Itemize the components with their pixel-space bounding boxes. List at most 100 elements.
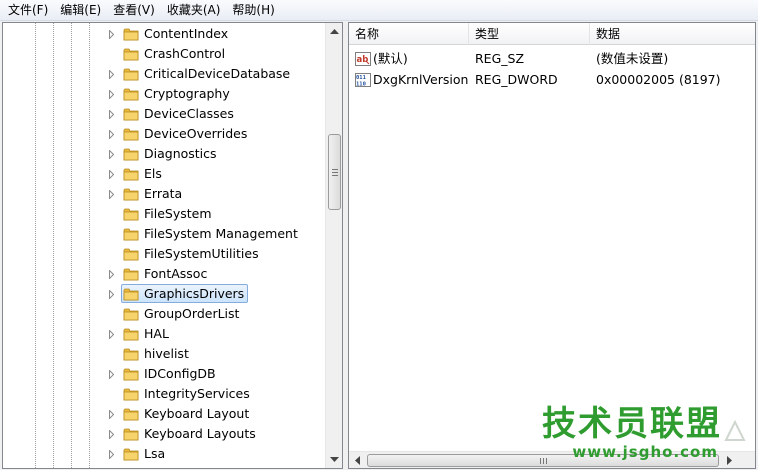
value-name: DxgKrnlVersion <box>373 72 469 87</box>
tree-node[interactable]: ContentIndex <box>3 24 325 44</box>
expand-arrow-icon[interactable] <box>107 369 116 379</box>
values-header: 名称 类型 数据 <box>349 23 755 45</box>
expand-arrow-icon[interactable] <box>107 89 116 99</box>
tree-node-label[interactable]: FileSystem <box>141 204 215 224</box>
scroll-left-arrow-icon[interactable] <box>349 452 366 468</box>
folder-icon <box>123 286 139 302</box>
tree-node[interactable]: HAL <box>3 324 325 344</box>
grip-icon <box>331 168 338 176</box>
tree-node-label[interactable]: CrashControl <box>141 44 228 64</box>
tree-node-label[interactable]: GroupOrderList <box>141 304 242 324</box>
expand-arrow-icon[interactable] <box>107 429 116 439</box>
tree-node[interactable]: IntegrityServices <box>3 384 325 404</box>
tree-node-label[interactable]: Els <box>141 164 165 184</box>
tree-node[interactable]: Diagnostics <box>3 144 325 164</box>
tree-node[interactable]: CrashControl <box>3 44 325 64</box>
column-header-type[interactable]: 类型 <box>469 23 590 45</box>
tree-node[interactable]: IDConfigDB <box>3 364 325 384</box>
string-value-icon: ab <box>355 51 371 66</box>
expand-arrow-icon[interactable] <box>107 69 116 79</box>
registry-tree: ContentIndex CrashControl CriticalDeviceDa… <box>3 24 325 464</box>
expand-arrow-icon[interactable] <box>107 169 116 179</box>
tree-node-label[interactable]: IntegrityServices <box>141 384 253 404</box>
tree-node-label[interactable]: CriticalDeviceDatabase <box>141 64 293 84</box>
tree-node[interactable]: CriticalDeviceDatabase <box>3 64 325 84</box>
menu-help[interactable]: 帮助(H) <box>226 0 280 21</box>
tree-node-label[interactable]: FileSystemUtilities <box>141 244 262 264</box>
tree-node-label[interactable]: hivelist <box>141 344 192 364</box>
menu-file[interactable]: 文件(F) <box>2 0 54 21</box>
folder-icon <box>123 26 139 42</box>
menu-view[interactable]: 查看(V) <box>107 0 161 21</box>
expand-arrow-icon[interactable] <box>107 269 116 279</box>
folder-icon <box>123 346 139 362</box>
svg-text:110: 110 <box>356 81 366 87</box>
tree-node-label[interactable]: FileSystem Management <box>141 224 301 244</box>
value-type: REG_SZ <box>475 51 525 66</box>
tree-vertical-scrollbar[interactable] <box>325 23 342 468</box>
folder-icon <box>123 366 139 382</box>
tree-node-label[interactable]: FontAssoc <box>141 264 210 284</box>
tree-node-label[interactable]: Diagnostics <box>141 144 220 164</box>
folder-icon <box>123 226 139 242</box>
folder-icon <box>123 266 139 282</box>
tree-node[interactable]: DeviceClasses <box>3 104 325 124</box>
tree-node-label[interactable]: GraphicsDrivers <box>121 284 249 303</box>
tree-node[interactable]: Keyboard Layout <box>3 404 325 424</box>
tree-node[interactable]: Els <box>3 164 325 184</box>
values-scroll-thumb[interactable] <box>367 454 719 467</box>
tree-node-label[interactable]: Keyboard Layouts <box>141 424 259 444</box>
value-data: (数值未设置) <box>596 51 669 66</box>
tree-node[interactable]: FileSystem Management <box>3 224 325 244</box>
scroll-up-arrow-icon[interactable] <box>326 23 342 40</box>
tree-node[interactable]: DeviceOverrides <box>3 124 325 144</box>
value-name: (默认) <box>373 51 408 66</box>
expand-arrow-icon[interactable] <box>107 29 116 39</box>
expand-arrow-icon[interactable] <box>107 449 116 459</box>
tree-node[interactable]: Keyboard Layouts <box>3 424 325 444</box>
folder-icon <box>123 126 139 142</box>
svg-text:011: 011 <box>356 75 367 81</box>
expand-arrow-icon[interactable] <box>107 289 116 299</box>
expand-arrow-icon[interactable] <box>107 109 116 119</box>
folder-icon <box>123 326 139 342</box>
registry-tree-pane: ContentIndex CrashControl CriticalDeviceDa… <box>2 22 343 469</box>
value-data: 0x00002005 (8197) <box>596 72 721 87</box>
expand-arrow-icon[interactable] <box>107 409 116 419</box>
tree-node-label[interactable]: HAL <box>141 324 172 344</box>
tree-node[interactable]: hivelist <box>3 344 325 364</box>
tree-node[interactable]: GroupOrderList <box>3 304 325 324</box>
expand-arrow-icon[interactable] <box>107 129 116 139</box>
menu-favorites[interactable]: 收藏夹(A) <box>161 0 227 21</box>
tree-node[interactable]: FileSystemUtilities <box>3 244 325 264</box>
tree-scroll-thumb[interactable] <box>328 134 341 210</box>
tree-node[interactable]: Cryptography <box>3 84 325 104</box>
tree-node[interactable]: GraphicsDrivers <box>3 284 325 304</box>
tree-node-label[interactable]: Cryptography <box>141 84 233 104</box>
value-row[interactable]: ab (默认) REG_SZ (数值未设置) <box>349 48 755 69</box>
tree-node-label[interactable]: ContentIndex <box>141 24 231 44</box>
tree-node[interactable]: Errata <box>3 184 325 204</box>
tree-node-label[interactable]: IDConfigDB <box>141 364 219 384</box>
tree-node-label[interactable]: Keyboard Layout <box>141 404 252 424</box>
folder-icon <box>123 246 139 262</box>
expand-arrow-icon[interactable] <box>107 149 116 159</box>
menu-edit[interactable]: 编辑(E) <box>54 0 107 21</box>
expand-arrow-icon[interactable] <box>107 329 116 339</box>
column-header-data[interactable]: 数据 <box>590 23 755 45</box>
value-type: REG_DWORD <box>475 72 558 87</box>
tree-node-label[interactable]: Lsa <box>141 444 168 464</box>
tree-node-label[interactable]: DeviceOverrides <box>141 124 250 144</box>
value-row[interactable]: 011 110 DxgKrnlVersion REG_DWORD 0x00002… <box>349 69 755 90</box>
tree-node[interactable]: FontAssoc <box>3 264 325 284</box>
tree-node-label[interactable]: DeviceClasses <box>141 104 237 124</box>
svg-text:ab: ab <box>357 55 369 65</box>
tree-node[interactable]: FileSystem <box>3 204 325 224</box>
scroll-down-arrow-icon[interactable] <box>326 451 342 468</box>
tree-node[interactable]: Lsa <box>3 444 325 464</box>
values-horizontal-scrollbar[interactable] <box>349 451 755 468</box>
expand-arrow-icon[interactable] <box>107 189 116 199</box>
column-header-name[interactable]: 名称 <box>349 23 469 45</box>
tree-node-label[interactable]: Errata <box>141 184 185 204</box>
scroll-right-arrow-icon[interactable] <box>721 452 738 468</box>
